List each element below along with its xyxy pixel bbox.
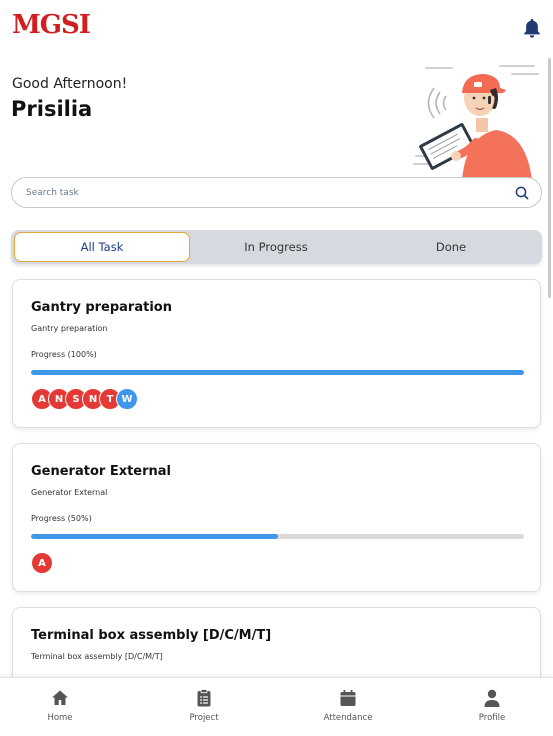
tab-in-progress[interactable]: In Progress — [188, 232, 364, 262]
task-title: Gantry preparation — [31, 300, 172, 315]
progress-fill — [31, 370, 524, 375]
task-title: Terminal box assembly [D/C/M/T] — [31, 628, 272, 643]
assignee-avatar: A — [31, 552, 53, 574]
nav-label: Home — [47, 713, 73, 723]
bottom-navigation: Home Project Attendance Profile — [0, 677, 553, 736]
search-bar — [11, 177, 542, 208]
home-icon — [52, 690, 68, 705]
task-subtitle: Terminal box assembly [D/C/M/T] — [31, 652, 163, 661]
calendar-icon — [340, 690, 356, 706]
nav-profile[interactable]: Profile — [442, 688, 542, 728]
task-title: Generator External — [31, 464, 172, 479]
search-icon[interactable] — [514, 185, 530, 201]
progress-bar — [31, 534, 524, 539]
nav-label: Project — [189, 713, 219, 723]
nav-home[interactable]: Home — [10, 688, 110, 728]
assignee-avatar: W — [116, 388, 138, 410]
task-card[interactable]: Gantry preparation Gantry preparation Pr… — [12, 279, 541, 428]
nav-label: Attendance — [323, 713, 373, 723]
progress-label: Progress (100%) — [31, 350, 97, 359]
clipboard-icon — [197, 689, 211, 707]
nav-attendance[interactable]: Attendance — [298, 688, 398, 728]
tab-done[interactable]: Done — [363, 232, 539, 262]
greeting-text: Good Afternoon! — [12, 76, 128, 92]
person-icon — [484, 689, 500, 707]
bell-icon[interactable] — [521, 17, 543, 39]
tab-all-task[interactable]: All Task — [14, 232, 190, 262]
task-filter-tabs: All Task In Progress Done — [11, 230, 542, 264]
task-card[interactable]: Generator External Generator External Pr… — [12, 443, 541, 592]
user-name: Prisilia — [11, 97, 93, 121]
search-input[interactable] — [26, 184, 496, 202]
progress-label: Progress (50%) — [31, 514, 92, 523]
worker-illustration — [413, 65, 539, 180]
task-subtitle: Generator External — [31, 488, 108, 497]
nav-label: Profile — [478, 713, 506, 723]
app-header: MGSI — [0, 0, 553, 60]
progress-bar — [31, 370, 524, 375]
nav-project[interactable]: Project — [154, 688, 254, 728]
progress-fill — [31, 534, 278, 539]
scrollbar[interactable] — [548, 58, 551, 298]
mgsi-logo: MGSI — [12, 10, 91, 40]
task-subtitle: Gantry preparation — [31, 324, 108, 333]
